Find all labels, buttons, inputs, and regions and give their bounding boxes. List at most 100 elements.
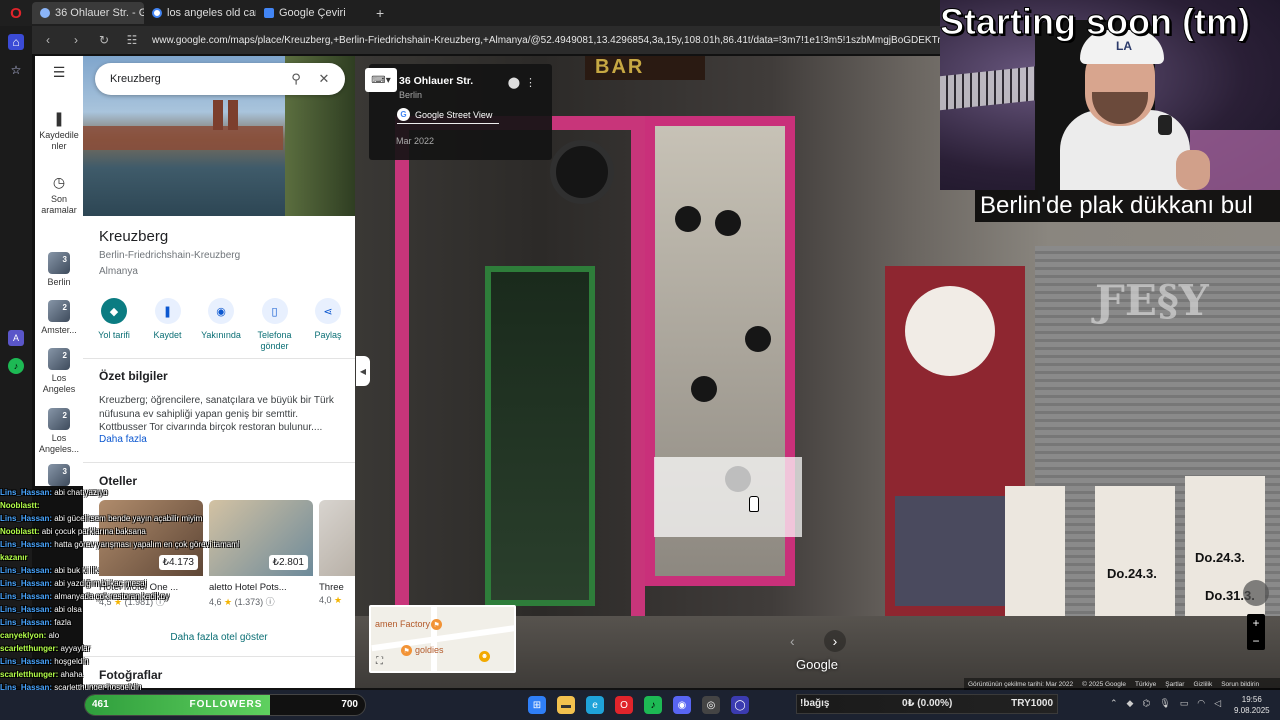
recent-item-amsterdam[interactable]: 2 Amster... — [35, 300, 83, 336]
nearby-button[interactable]: ◉ Yakınında — [196, 298, 246, 352]
chat-username[interactable]: Lins_Hassan: — [0, 683, 52, 690]
recent-thumbnail: 3 — [48, 464, 70, 486]
display-icon[interactable]: ▭ — [1180, 698, 1189, 709]
reload-icon[interactable]: ↻ — [96, 33, 112, 47]
attribution-date: Görüntünün çekilme tarihi: Mar 2022 — [968, 680, 1074, 688]
share-button[interactable]: ⋖ Paylaş — [303, 298, 353, 352]
windows-start-icon[interactable]: ⊞ — [528, 696, 546, 714]
hotel-name: Three — [319, 582, 344, 593]
save-button[interactable]: ❚ Kaydet — [143, 298, 193, 352]
opera-logo-icon[interactable]: O — [0, 0, 32, 26]
prev-arrow-icon[interactable]: ‹ — [790, 633, 795, 649]
zoom-out-icon[interactable]: − — [1252, 634, 1259, 648]
url-field[interactable]: www.google.com/maps/place/Kreuzberg,+Ber… — [152, 35, 940, 46]
spotify-icon[interactable]: ♪ — [644, 696, 662, 714]
hand-cursor-icon — [749, 496, 759, 512]
back-icon[interactable]: ‹ — [40, 33, 56, 47]
new-tab-button[interactable]: + — [376, 5, 384, 21]
chat-username[interactable]: Nooblastt: — [0, 501, 40, 510]
wifi-icon[interactable]: ◠ — [1197, 698, 1205, 709]
network-icon[interactable]: ⌬ — [1142, 698, 1150, 709]
clock-date: 9.08.2025 — [1234, 706, 1270, 715]
report-link[interactable]: Sorun bildirin — [1221, 681, 1259, 688]
search-input[interactable] — [110, 73, 279, 85]
tab-search[interactable]: los angeles old car sale - ( ✕ — [144, 2, 256, 24]
clock[interactable]: 19:56 9.08.2025 — [1234, 694, 1270, 716]
spotify-icon[interactable]: ♪ — [8, 358, 24, 374]
close-icon[interactable]: ✕ — [313, 71, 335, 87]
recent-thumbnail: 2 — [48, 348, 70, 370]
chat-username[interactable]: Lins_Hassan: — [0, 592, 52, 601]
info-icon[interactable]: ⓘ — [266, 597, 275, 607]
attribution-region[interactable]: Türkiye — [1135, 681, 1156, 688]
chat-username[interactable]: canyeklyon: — [0, 631, 46, 640]
menu-button[interactable]: ☰ — [35, 64, 83, 81]
recent-button[interactable]: ◷ Son aramalar — [35, 174, 83, 216]
chat-username[interactable]: Lins_Hassan: — [0, 618, 52, 627]
saved-button[interactable]: ❚ Kaydedilenler — [35, 110, 83, 152]
more-options-icon[interactable]: ⋮ — [525, 76, 536, 89]
stream-chat: Lins_Hassan: abi chat yazıyo Nooblastt: L… — [0, 486, 240, 690]
privacy-link[interactable]: Gizlilik — [1193, 681, 1212, 688]
recent-item-berlin[interactable]: 3 Berlin — [35, 252, 83, 288]
action-label: Telefona gönder — [257, 330, 292, 351]
next-arrow-icon[interactable]: › — [824, 630, 846, 652]
chat-username[interactable]: scarletthunger: — [0, 670, 58, 679]
chat-username[interactable]: Lins_Hassan: — [0, 540, 52, 549]
discord-icon[interactable]: ◉ — [673, 696, 691, 714]
chat-username[interactable]: Nooblastt: — [0, 527, 40, 536]
directions-button[interactable]: ◆ Yol tarifi — [89, 298, 139, 352]
chat-username[interactable]: scarletthunger: — [0, 644, 58, 653]
send-to-phone-button[interactable]: ▯ Telefona gönder — [250, 298, 300, 352]
compass-icon[interactable] — [1243, 580, 1269, 606]
chat-text: almanyada çok restoran kadikoy — [54, 592, 169, 601]
chat-username[interactable]: Lins_Hassan: — [0, 579, 52, 588]
zoom-in-icon[interactable]: + — [1252, 616, 1259, 630]
recent-item-los-angeles-2[interactable]: 2 Los Angeles... — [35, 408, 83, 455]
app-tray-icon[interactable]: ◆ — [1127, 698, 1134, 709]
more-link[interactable]: Daha fazla — [99, 434, 147, 445]
action-label: Paylaş — [314, 330, 342, 340]
recent-item-tokyo[interactable]: 3 — [35, 464, 83, 486]
keyboard-icon[interactable]: ⌨▾ — [365, 68, 397, 92]
chat-message: Nooblastt: abi çocuk parklarına baksana — [0, 525, 240, 538]
chevron-up-icon[interactable]: ⌃ — [1110, 698, 1118, 709]
share-icon: ⋖ — [315, 298, 341, 324]
microphone-icon[interactable]: 🎙 — [1159, 698, 1170, 709]
app-icon[interactable]: ◯ — [731, 696, 749, 714]
star-icon[interactable]: ☆ — [8, 62, 24, 78]
street-view-source[interactable]: G Google Street View — [397, 106, 499, 124]
tab-street-view[interactable]: 36 Ohlauer Str. - Google — [32, 2, 144, 24]
obs-icon[interactable]: ◎ — [702, 696, 720, 714]
edge-icon[interactable]: e — [586, 696, 604, 714]
chat-username[interactable]: Lins_Hassan: — [0, 657, 52, 666]
chat-text: hatta görev yarışması yapalım en çok gör… — [54, 540, 240, 549]
hotel-card[interactable]: Three 4,0 ★ — [319, 500, 355, 620]
forward-icon[interactable]: › — [68, 33, 84, 47]
collapse-panel-button[interactable]: ◀ — [356, 356, 370, 386]
chat-username[interactable]: Lins_Hassan: — [0, 566, 52, 575]
chat-username[interactable]: Lins_Hassan: — [0, 605, 52, 614]
recent-item-los-angeles[interactable]: 2 Los Angeles — [35, 348, 83, 395]
chat-username[interactable]: kazanır — [0, 553, 28, 562]
tower-shape — [228, 100, 238, 130]
capture-date[interactable]: Mar 2022 — [396, 136, 434, 146]
site-info-icon[interactable]: ☷ — [124, 33, 140, 47]
chat-username[interactable]: Lins_Hassan: — [0, 514, 52, 523]
search-icon[interactable]: ⚲ — [285, 71, 307, 87]
minimap[interactable]: amen Factory ⚑ goldies ⚑ ☻ ⛶ — [369, 605, 516, 673]
terms-link[interactable]: Şartlar — [1165, 681, 1184, 688]
maps-favicon-icon — [40, 8, 50, 18]
aria-icon[interactable]: A — [8, 330, 24, 346]
speaker-icon[interactable]: ◁ — [1214, 698, 1221, 709]
tab-label: los angeles old car sale - ( — [167, 7, 256, 19]
opera-icon[interactable]: O — [615, 696, 633, 714]
expand-icon[interactable]: ⛶ — [376, 656, 383, 667]
followers-label: FOLLOWERS — [189, 699, 263, 710]
location-pin-icon[interactable]: ⬤ — [508, 76, 520, 89]
map-label: goldies — [415, 645, 444, 655]
chat-username[interactable]: Lins_Hassan: — [0, 488, 52, 497]
tab-translate[interactable]: Google Çeviri — [256, 2, 368, 24]
file-explorer-icon[interactable]: ▬ — [557, 696, 575, 714]
home-icon[interactable]: ⌂ — [8, 34, 24, 50]
